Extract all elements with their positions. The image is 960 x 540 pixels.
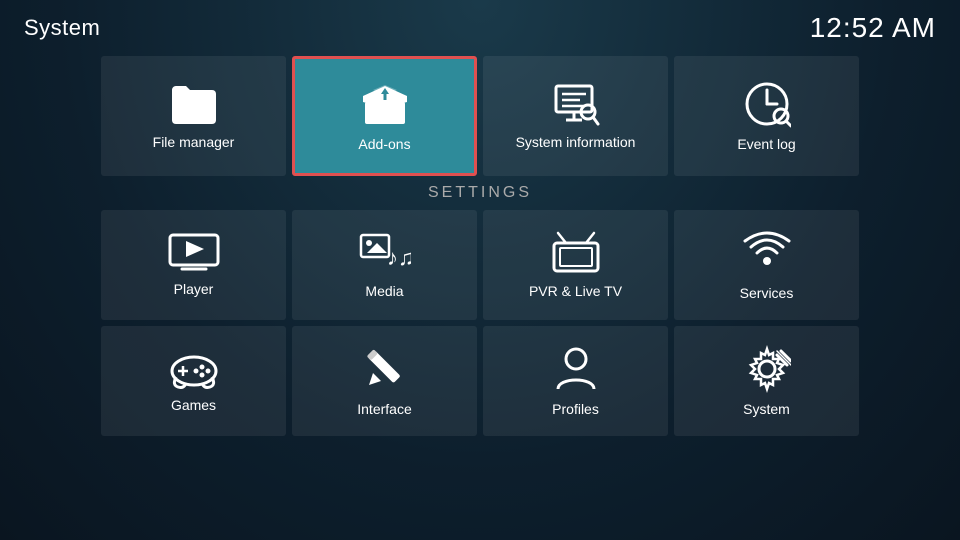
tile-games[interactable]: Games bbox=[101, 326, 286, 436]
tile-event-log-label: Event log bbox=[737, 136, 795, 152]
tile-media[interactable]: ♪♫ Media bbox=[292, 210, 477, 320]
tile-system-settings[interactable]: System bbox=[674, 326, 859, 436]
tile-media-label: Media bbox=[365, 283, 403, 299]
interface-icon bbox=[361, 345, 409, 393]
folder-icon bbox=[168, 82, 220, 126]
tile-profiles[interactable]: Profiles bbox=[483, 326, 668, 436]
tile-pvr-live-tv-label: PVR & Live TV bbox=[529, 283, 622, 299]
services-icon bbox=[743, 229, 791, 277]
eventlog-icon bbox=[743, 80, 791, 128]
main-page: System 12:52 AM File manager bbox=[0, 0, 960, 540]
tile-interface[interactable]: Interface bbox=[292, 326, 477, 436]
tile-interface-label: Interface bbox=[357, 401, 411, 417]
tile-system-settings-label: System bbox=[743, 401, 790, 417]
tile-services[interactable]: Services bbox=[674, 210, 859, 320]
system-settings-icon bbox=[743, 345, 791, 393]
svg-text:♪♫: ♪♫ bbox=[387, 245, 411, 270]
player-icon bbox=[168, 233, 220, 273]
tile-games-label: Games bbox=[171, 397, 216, 413]
tile-player[interactable]: Player bbox=[101, 210, 286, 320]
tile-file-manager[interactable]: File manager bbox=[101, 56, 286, 176]
page-title: System bbox=[24, 15, 100, 41]
tile-profiles-label: Profiles bbox=[552, 401, 599, 417]
tile-event-log[interactable]: Event log bbox=[674, 56, 859, 176]
tile-add-ons[interactable]: Add-ons bbox=[292, 56, 477, 176]
addons-icon bbox=[359, 80, 411, 128]
settings-row-2: Games Interface bbox=[0, 326, 960, 436]
tile-system-information[interactable]: System information bbox=[483, 56, 668, 176]
tile-file-manager-label: File manager bbox=[153, 134, 235, 150]
settings-heading: Settings bbox=[0, 184, 960, 202]
top-row: File manager Add-ons bbox=[0, 56, 960, 176]
tile-player-label: Player bbox=[174, 281, 214, 297]
tile-add-ons-label: Add-ons bbox=[358, 136, 410, 152]
settings-section: Settings Player bbox=[0, 184, 960, 436]
tile-services-label: Services bbox=[740, 285, 794, 301]
top-bar: System 12:52 AM bbox=[0, 0, 960, 52]
settings-row-1: Player ♪♫ Media bbox=[0, 210, 960, 320]
tile-pvr-live-tv[interactable]: PVR & Live TV bbox=[483, 210, 668, 320]
pvr-icon bbox=[550, 231, 602, 275]
clock: 12:52 AM bbox=[810, 12, 936, 44]
media-icon: ♪♫ bbox=[359, 231, 411, 275]
tile-system-information-label: System information bbox=[516, 134, 636, 150]
profiles-icon bbox=[552, 345, 600, 393]
sysinfo-icon bbox=[550, 82, 602, 126]
games-icon bbox=[168, 349, 220, 389]
